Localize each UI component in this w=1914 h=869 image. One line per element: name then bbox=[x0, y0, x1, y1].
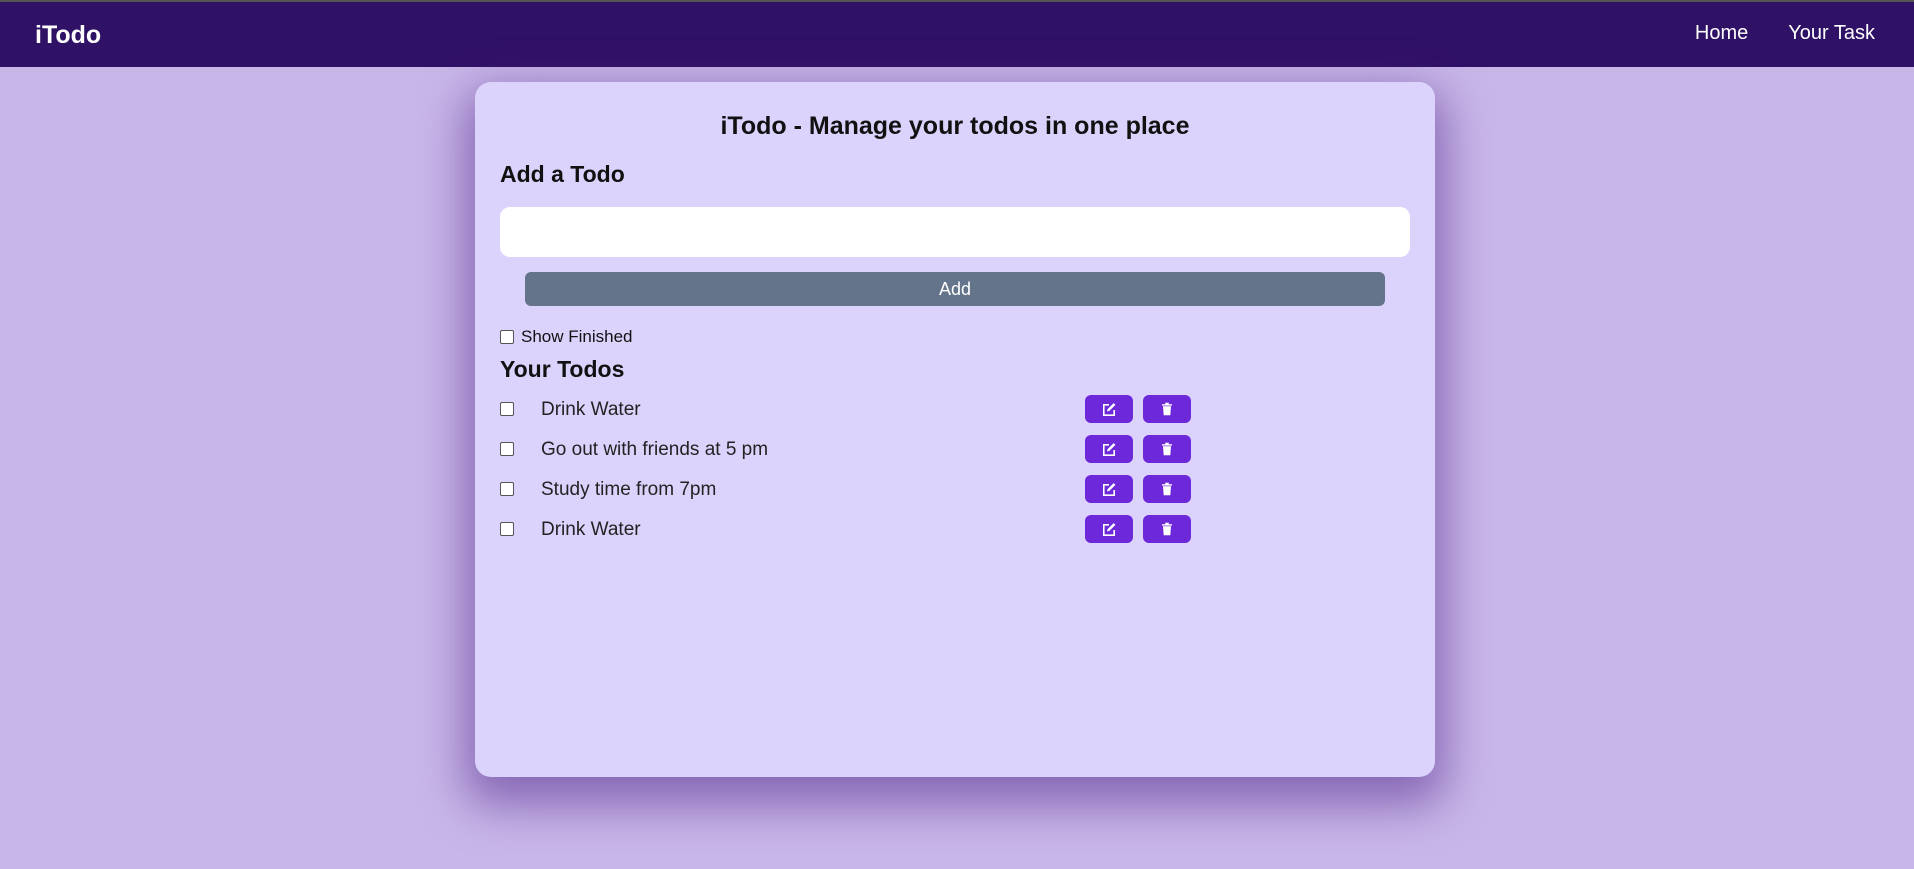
todo-checkbox[interactable] bbox=[500, 482, 514, 496]
nav-link-home[interactable]: Home bbox=[1695, 22, 1748, 45]
trash-icon bbox=[1162, 442, 1172, 456]
edit-button[interactable] bbox=[1085, 395, 1133, 423]
brand-logo[interactable]: iTodo bbox=[35, 21, 101, 50]
trash-icon bbox=[1162, 402, 1172, 416]
todo-card: iTodo - Manage your todos in one place A… bbox=[475, 82, 1435, 777]
delete-button[interactable] bbox=[1143, 395, 1191, 423]
todo-text: Drink Water bbox=[541, 399, 641, 420]
todo-item: Study time from 7pm bbox=[500, 475, 1220, 505]
todo-item: Drink Water bbox=[500, 395, 1220, 425]
page-title: iTodo - Manage your todos in one place bbox=[720, 112, 1190, 140]
trash-icon bbox=[1162, 522, 1172, 536]
todo-checkbox[interactable] bbox=[500, 442, 514, 456]
todo-checkbox[interactable] bbox=[500, 522, 514, 536]
add-button[interactable]: Add bbox=[525, 272, 1385, 306]
delete-button[interactable] bbox=[1143, 515, 1191, 543]
show-finished-checkbox[interactable] bbox=[500, 330, 514, 344]
navbar: iTodo Home Your Task bbox=[0, 2, 1914, 67]
edit-button[interactable] bbox=[1085, 515, 1133, 543]
todo-text: Drink Water bbox=[541, 519, 641, 540]
todo-text: Study time from 7pm bbox=[541, 479, 717, 500]
todo-item: Drink Water bbox=[500, 515, 1220, 545]
delete-button[interactable] bbox=[1143, 475, 1191, 503]
todo-actions bbox=[1085, 515, 1191, 543]
nav-link-your-task[interactable]: Your Task bbox=[1788, 22, 1875, 45]
edit-button[interactable] bbox=[1085, 435, 1133, 463]
edit-icon bbox=[1103, 483, 1116, 496]
edit-icon bbox=[1103, 443, 1116, 456]
todo-actions bbox=[1085, 475, 1191, 503]
todo-actions bbox=[1085, 395, 1191, 423]
show-finished-toggle[interactable]: Show Finished bbox=[500, 327, 633, 347]
edit-button[interactable] bbox=[1085, 475, 1133, 503]
add-todo-heading: Add a Todo bbox=[500, 161, 625, 187]
delete-button[interactable] bbox=[1143, 435, 1191, 463]
edit-icon bbox=[1103, 523, 1116, 536]
your-todos-heading: Your Todos bbox=[500, 356, 625, 382]
todo-checkbox[interactable] bbox=[500, 402, 514, 416]
edit-icon bbox=[1103, 403, 1116, 416]
todo-item: Go out with friends at 5 pm bbox=[500, 435, 1220, 465]
trash-icon bbox=[1162, 482, 1172, 496]
nav-links: Home Your Task bbox=[1695, 22, 1875, 45]
todo-text: Go out with friends at 5 pm bbox=[541, 439, 769, 460]
todo-actions bbox=[1085, 435, 1191, 463]
todo-input[interactable] bbox=[500, 207, 1410, 257]
show-finished-label: Show Finished bbox=[521, 327, 633, 346]
